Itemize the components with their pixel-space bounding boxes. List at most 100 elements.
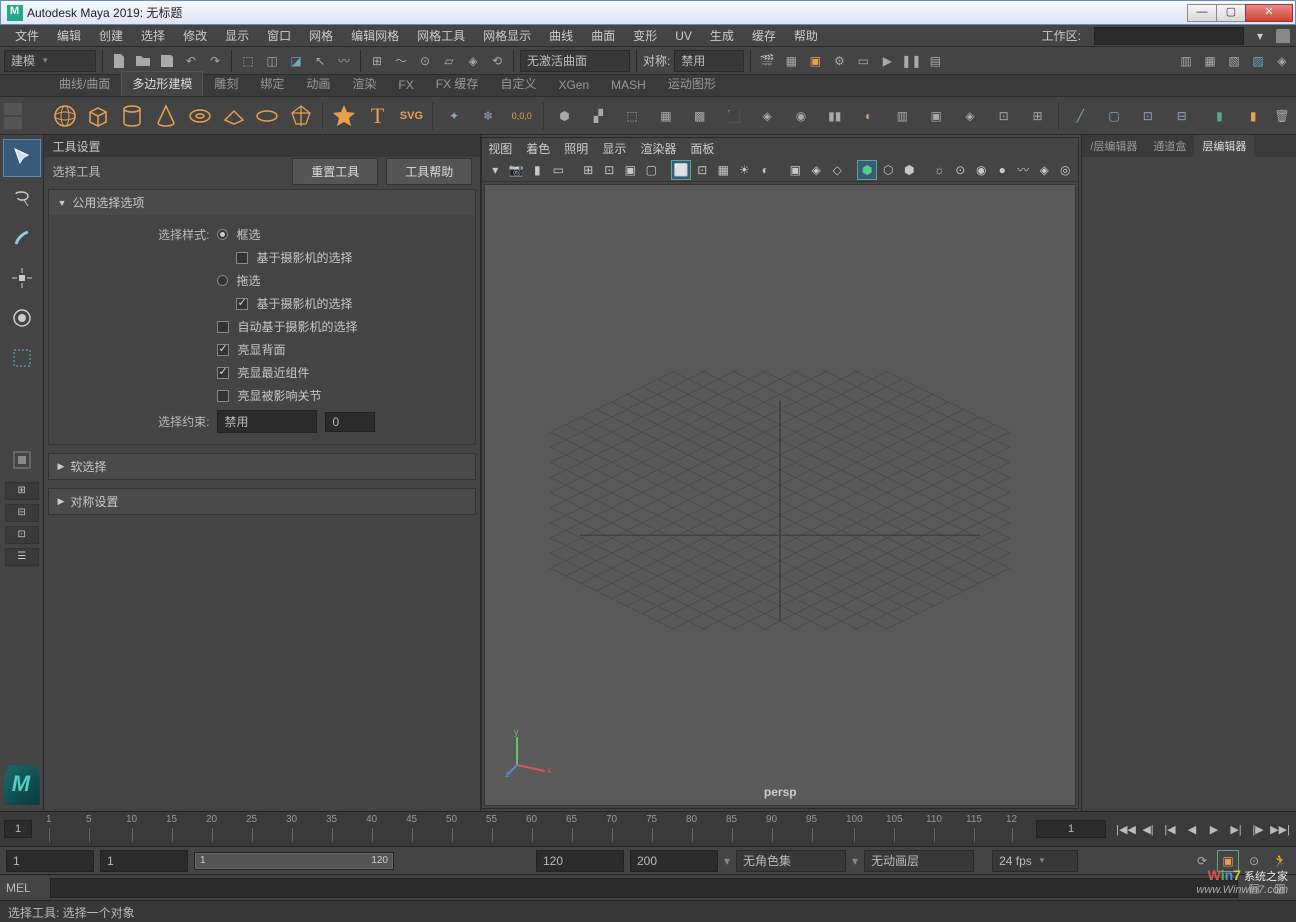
new-icon[interactable] [109,51,129,71]
last-tool-button[interactable] [3,441,41,479]
select-arrow-icon[interactable]: ↖ [310,51,330,71]
vp-menu-view[interactable]: 视图 [488,140,512,157]
auto-camera-check[interactable] [217,321,229,333]
step-back-icon[interactable]: |◀ [1160,819,1180,839]
snap-plane-icon[interactable]: ▱ [439,51,459,71]
menu-mesh[interactable]: 网格 [300,27,342,44]
workspace-selector[interactable] [1094,27,1244,45]
menu-file[interactable]: 文件 [6,27,48,44]
pivot-icon[interactable]: ✦ [439,101,469,131]
connect-icon[interactable]: ⊡ [1133,101,1163,131]
vp-light-1-icon[interactable]: ☼ [930,161,948,179]
shelf-tab-fxcache[interactable]: FX 缓存 [425,71,490,96]
vp-smooth-all-icon[interactable]: ⬡ [879,161,897,179]
shelf-trash-icon[interactable]: 🗑 [1272,106,1292,126]
poly-cone-icon[interactable] [151,101,181,131]
shelf-tab-render[interactable]: 渲染 [341,71,387,96]
vp-menu-shading[interactable]: 着色 [526,140,550,157]
freeze-icon[interactable]: ❄ [473,101,503,131]
maximize-button[interactable]: ▢ [1216,4,1246,22]
poly-torus-icon[interactable] [185,101,215,131]
vp-smooth-off-icon[interactable]: ⬢ [900,161,918,179]
menu-display[interactable]: 显示 [216,27,258,44]
pause-icon[interactable]: ❚❚ [901,51,921,71]
shelf-custom-1-icon[interactable]: ▮ [1204,101,1234,131]
nearest-check[interactable] [217,367,229,379]
common-section-header[interactable]: ▼公用选择选项 [49,190,475,215]
poly-disc-icon[interactable] [252,101,282,131]
playblast-icon[interactable]: ▶ [877,51,897,71]
range-end-field[interactable]: 200 [630,850,718,872]
snap-curve-icon[interactable]: 〜 [391,51,411,71]
vp-ao-icon[interactable]: ● [993,161,1011,179]
render-icon[interactable]: 🎬 [757,51,777,71]
cmd-label[interactable]: MEL [6,881,44,895]
vp-motion-blur-icon[interactable]: 〰 [1014,161,1032,179]
target-weld-icon[interactable]: ⊡ [989,101,1019,131]
mode-combo[interactable]: 建模▾ [4,50,96,72]
menu-create[interactable]: 创建 [90,27,132,44]
smooth-icon[interactable]: ▩ [685,101,715,131]
vp-bookmark-icon[interactable]: ▮ [528,161,546,179]
ipr-icon[interactable]: ▦ [781,51,801,71]
vp-select-camera-icon[interactable]: ▾ [486,161,504,179]
select-component-icon[interactable]: ◪ [286,51,306,71]
layout-outliner-button[interactable]: ⊡ [5,526,39,544]
play-back-icon[interactable]: ◀ [1182,819,1202,839]
command-input[interactable] [50,878,1238,898]
extrude-icon[interactable]: ▣ [921,101,951,131]
menu-help[interactable]: 帮助 [785,27,827,44]
vp-menu-lighting[interactable]: 照明 [564,140,588,157]
tool-help-button[interactable]: 工具帮助 [386,158,472,185]
render-region-icon[interactable]: ▣ [805,51,825,71]
shelf-tab-poly[interactable]: 多边形建模 [121,71,203,96]
panel-toggle-4-icon[interactable]: ▨ [1248,51,1268,71]
vp-isolate-icon[interactable]: ▣ [786,161,804,179]
vp-wireframe-icon[interactable]: ⊡ [693,161,711,179]
shelf-tab-custom[interactable]: 自定义 [489,71,547,96]
chevron-down-icon[interactable]: ▾ [1248,29,1272,43]
vp-light-2-icon[interactable]: ⊙ [951,161,969,179]
vp-aa-icon[interactable]: ◈ [1035,161,1053,179]
layout-icon[interactable]: ▤ [925,51,945,71]
shelf-tab-rigging[interactable]: 绑定 [249,71,295,96]
joint-check[interactable] [217,390,229,402]
panel-toggle-3-icon[interactable]: ▧ [1224,51,1244,71]
poly-star-icon[interactable] [329,101,359,131]
panel-toggle-5-icon[interactable]: ◈ [1272,51,1292,71]
vp-camera-icon[interactable]: 📷 [507,161,525,179]
soft-select-header[interactable]: ▶软选择 [49,454,475,479]
vp-light-3-icon[interactable]: ◉ [972,161,990,179]
right-tab-2[interactable]: 通道盒 [1145,135,1194,157]
scale-tool-button[interactable] [3,339,41,377]
slide-edge-icon[interactable]: ⊟ [1167,101,1197,131]
merge-icon[interactable]: ◈ [955,101,985,131]
render-view-icon[interactable]: ▭ [853,51,873,71]
minimize-button[interactable]: — [1187,4,1217,22]
vp-xray-icon[interactable]: ◈ [807,161,825,179]
poly-platonic-icon[interactable] [286,101,316,131]
viewport-canvas[interactable]: y x z persp [484,184,1076,806]
multi-cut-icon[interactable]: ⊞ [1023,101,1053,131]
go-end-icon[interactable]: ▶▶| [1270,819,1290,839]
vp-shaded-icon[interactable]: ⬜ [672,161,690,179]
poly-sphere-icon[interactable] [50,101,80,131]
move-tool-button[interactable] [3,259,41,297]
select-object-icon[interactable]: ◫ [262,51,282,71]
menu-modify[interactable]: 修改 [174,27,216,44]
shelf-menu-icon[interactable] [4,103,22,115]
poly-cylinder-icon[interactable] [117,101,147,131]
menu-editmesh[interactable]: 编辑网格 [342,27,408,44]
vp-menu-show[interactable]: 显示 [602,140,626,157]
marquee-radio[interactable] [217,229,228,240]
right-tab-1[interactable]: /层编辑器 [1082,135,1145,157]
combine-icon[interactable]: ⬢ [550,101,580,131]
range-start-field[interactable]: 1 [6,850,94,872]
poly-cube-icon[interactable] [83,101,113,131]
menu-deform[interactable]: 变形 [624,27,666,44]
shelf-tab-xgen[interactable]: XGen [547,74,600,96]
shelf-tab-fx[interactable]: FX [387,74,424,96]
shelf-grid-icon[interactable] [4,117,22,129]
panel-toggle-2-icon[interactable]: ▦ [1200,51,1220,71]
vp-menu-renderer[interactable]: 渲染器 [640,140,676,157]
